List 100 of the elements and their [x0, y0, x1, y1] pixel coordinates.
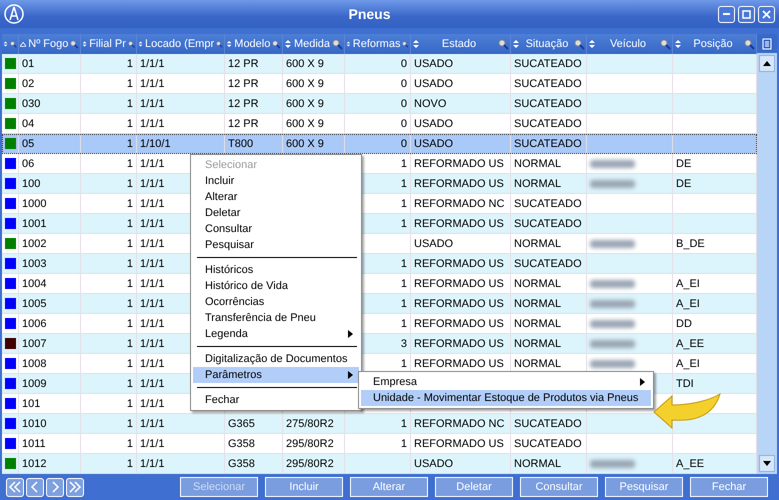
- table-cell: 1: [400, 418, 407, 430]
- search-icon[interactable]: [10, 38, 17, 50]
- search-icon[interactable]: [272, 38, 281, 50]
- table-cell: 12 PR: [228, 98, 259, 110]
- maximize-button[interactable]: [738, 6, 755, 22]
- table-cell: 1: [126, 58, 133, 70]
- table-cell: USADO: [414, 138, 454, 150]
- search-icon[interactable]: [216, 38, 223, 50]
- first-record-button[interactable]: [6, 478, 24, 496]
- sort-icon[interactable]: [674, 40, 682, 48]
- column-header[interactable]: Nº Fogo: [28, 38, 68, 50]
- table-row[interactable]: 02 1 1/1/1 12 PR 600 X 9 0 USADO SUCATEADO: [2, 74, 757, 94]
- menu-item[interactable]: Consultar: [193, 221, 359, 237]
- table-cell: 1: [126, 438, 133, 450]
- sort-icon[interactable]: [512, 40, 520, 48]
- scroll-up-button[interactable]: [759, 55, 775, 72]
- column-header[interactable]: Locado (Empr: [145, 38, 214, 50]
- table-cell: 1001: [22, 218, 46, 230]
- sort-icon[interactable]: [588, 40, 596, 48]
- table-cell: NORMAL: [514, 298, 562, 310]
- table-cell: NORMAL: [514, 278, 562, 290]
- table-cell: 1/1/1: [140, 298, 164, 310]
- sort-icon[interactable]: [20, 40, 26, 48]
- table-cell: NORMAL: [514, 358, 562, 370]
- column-header[interactable]: Posição: [684, 38, 742, 50]
- table-cell: SUCATEADO: [514, 418, 582, 430]
- search-icon[interactable]: [332, 38, 343, 50]
- column-header[interactable]: Medida: [294, 38, 330, 50]
- table-cell: 1007: [22, 338, 46, 350]
- table-cell: 1010: [22, 418, 46, 430]
- menu-item[interactable]: Unidade - Movimentar Estoque de Produtos via Pneus: [361, 390, 651, 406]
- logo-icon: [4, 4, 24, 24]
- menu-item[interactable]: Parâmetros: [193, 367, 359, 383]
- minimize-button[interactable]: [718, 6, 735, 22]
- columns-icon[interactable]: [762, 38, 772, 50]
- sort-icon[interactable]: [3, 40, 8, 48]
- column-header[interactable]: Reformas: [352, 38, 400, 50]
- table-cell: 1: [126, 298, 133, 310]
- table-cell: 1002: [22, 238, 46, 250]
- table-row[interactable]: 05 1 1/10/1 T800 600 X 9 0 USADO SUCATEADO: [2, 134, 757, 154]
- column-header[interactable]: Situação: [522, 38, 572, 50]
- table-cell: REFORMADO US: [414, 358, 504, 370]
- table-cell: 0: [400, 98, 407, 110]
- table-cell: NOVO: [414, 98, 446, 110]
- scroll-down-button[interactable]: [759, 455, 775, 472]
- table-cell: REFORMADO US: [414, 298, 504, 310]
- table-cell: 600 X 9: [286, 78, 324, 90]
- table-row[interactable]: 04 1 1/1/1 12 PR 600 X 9 0 USADO SUCATEADO: [2, 114, 757, 134]
- table-cell: DE: [676, 178, 692, 190]
- menu-item[interactable]: Digitalização de Documentos: [193, 351, 359, 367]
- column-header[interactable]: Modelo: [234, 38, 270, 50]
- prev-record-button[interactable]: [26, 478, 44, 496]
- column-header[interactable]: Estado: [422, 38, 496, 50]
- search-icon[interactable]: [402, 38, 409, 50]
- table-cell: 1/1/1: [140, 438, 164, 450]
- sort-icon[interactable]: [284, 40, 292, 48]
- table-cell: A_EI: [676, 358, 700, 370]
- table-cell: A_EI: [676, 278, 700, 290]
- table-row[interactable]: 030 1 1/1/1 12 PR 600 X 9 0 NOVO SUCATEADO: [2, 94, 757, 114]
- table-row[interactable]: 01 1 1/1/1 12 PR 600 X 9 0 USADO SUCATEADO: [2, 54, 757, 74]
- search-icon[interactable]: [70, 38, 79, 50]
- search-icon[interactable]: [660, 38, 671, 50]
- table-cell: 295/80R2: [286, 438, 334, 450]
- table-cell: G358: [228, 458, 255, 470]
- table-cell: NORMAL: [514, 458, 562, 470]
- next-record-button[interactable]: [46, 478, 64, 496]
- sort-icon[interactable]: [346, 40, 351, 48]
- table-cell: 3: [400, 338, 407, 350]
- menu-item[interactable]: Histórico de Vida: [193, 278, 359, 294]
- scrollbar[interactable]: [757, 34, 777, 474]
- search-icon[interactable]: [744, 38, 755, 50]
- column-header[interactable]: Veículo: [598, 38, 658, 50]
- menu-item[interactable]: Incluir: [193, 173, 359, 189]
- menu-item[interactable]: Ocorrências: [193, 294, 359, 310]
- table-row[interactable]: 1010 1 1/1/1 G365 275/80R2 1 REFORMADO NC SUCATEADO: [2, 414, 757, 434]
- menu-item[interactable]: Empresa: [361, 374, 651, 390]
- table-cell: 600 X 9: [286, 98, 324, 110]
- table-cell: 1/1/1: [140, 358, 164, 370]
- column-header[interactable]: Filial Pr: [89, 38, 126, 50]
- search-icon[interactable]: [574, 38, 585, 50]
- menu-item[interactable]: Fechar: [193, 392, 359, 408]
- table-row[interactable]: 1011 1 1/1/1 G358 295/80R2 1 REFORMADO US SUCATEADO: [2, 434, 757, 454]
- table-cell: SUCATEADO: [514, 78, 582, 90]
- sort-icon[interactable]: [226, 40, 232, 48]
- table-cell: 1/1/1: [140, 178, 164, 190]
- close-button[interactable]: [758, 6, 775, 22]
- table-row[interactable]: 1012 1 1/1/1 G358 295/80R2 USADO NORMAL A_EE: [2, 454, 757, 474]
- minimize-icon: [723, 13, 730, 15]
- last-record-button[interactable]: [66, 478, 84, 496]
- table-cell: 12 PR: [228, 118, 259, 130]
- menu-item[interactable]: Pesquisar: [193, 237, 359, 253]
- search-icon[interactable]: [498, 38, 509, 50]
- table-cell: NORMAL: [514, 238, 562, 250]
- sort-icon[interactable]: [412, 40, 420, 48]
- table-cell: 1/1/1: [140, 458, 164, 470]
- table-cell: REFORMADO US: [414, 158, 504, 170]
- search-icon[interactable]: [128, 38, 135, 50]
- sort-icon[interactable]: [138, 40, 144, 48]
- table-cell: 1: [126, 358, 133, 370]
- sort-icon[interactable]: [82, 40, 88, 48]
